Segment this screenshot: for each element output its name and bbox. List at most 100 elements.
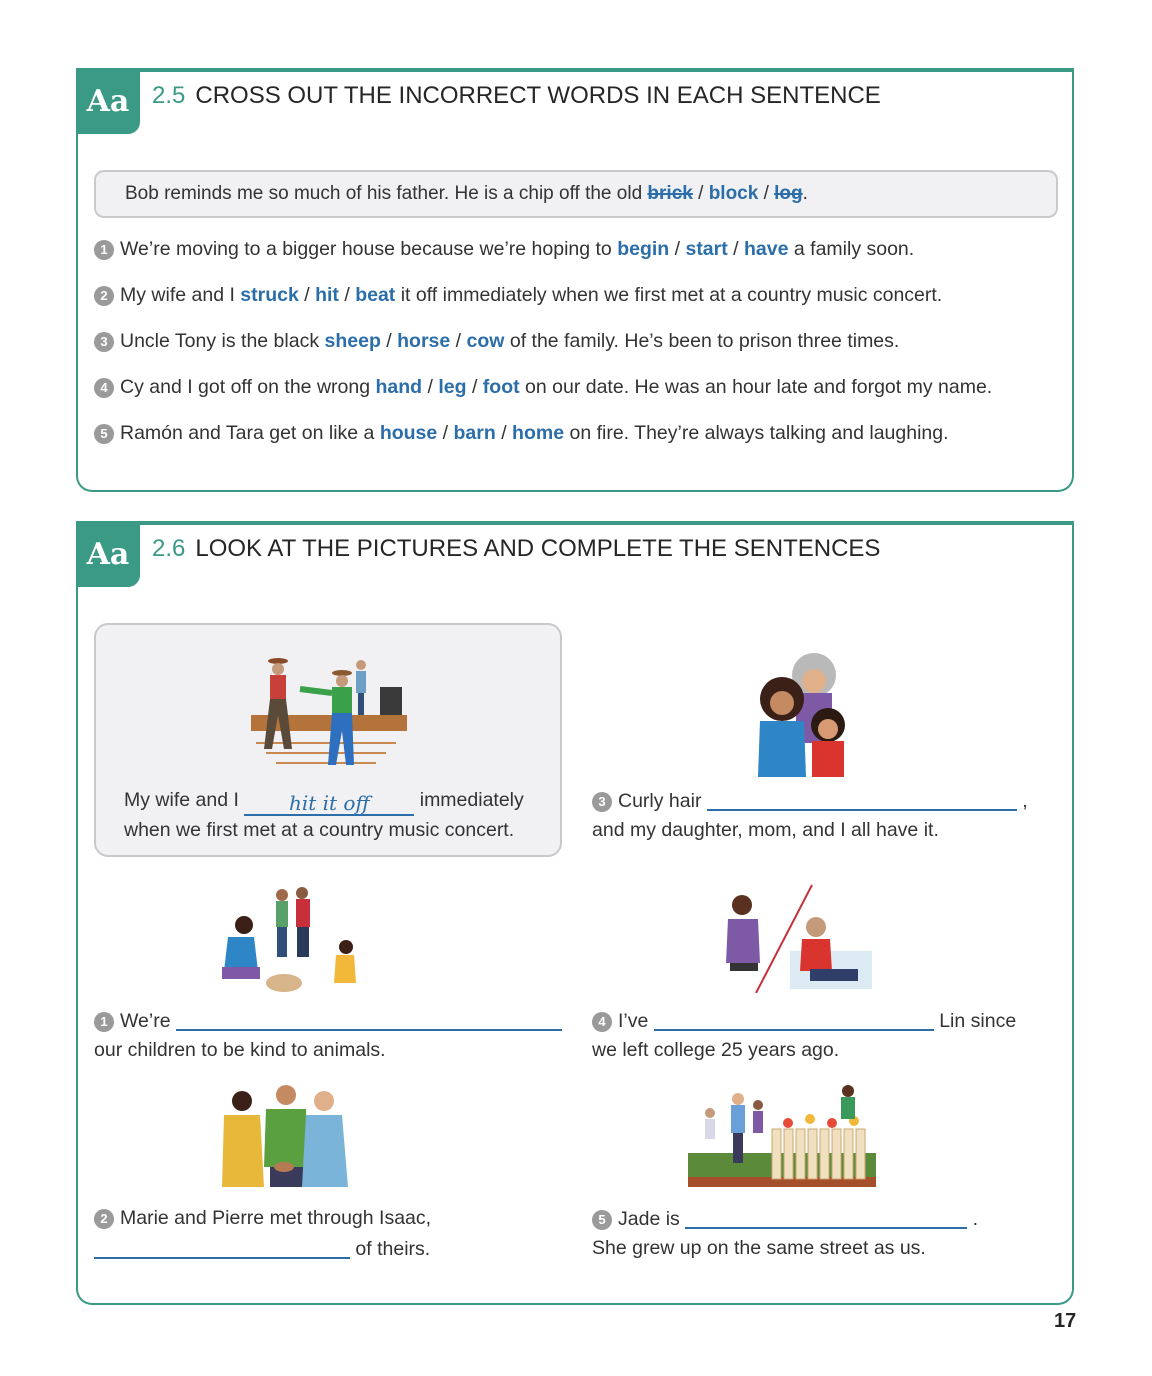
exercise-number: 2.5 [152,82,186,109]
question-4-line-1: 4 I’ve Lin since [592,1009,1016,1033]
question-2-line-1: 2 Marie and Pierre met through Isaac, [94,1207,431,1230]
word-option[interactable]: home [512,422,564,444]
sentence-text: of theirs. [355,1238,431,1260]
example-sentence: Bob reminds me so much of his father. He… [94,170,1058,218]
option-crossed[interactable]: log [774,183,803,204]
word-option[interactable]: barn [454,422,496,444]
exercise-heading: CROSS OUT THE INCORRECT WORDS IN EACH SE… [195,82,881,109]
question-5-line-1: 5 Jade is . [592,1207,978,1231]
option-separator: / [380,330,398,352]
word-option[interactable]: start [685,238,727,260]
sentence-text: Bob reminds me so much of his father. He… [125,183,648,204]
sentence-text: it off immediately when we first met at … [395,284,943,306]
question-4-line-2: we left college 25 years ago. [592,1039,840,1061]
word-option[interactable]: sheep [325,330,381,352]
question-number: 3 [592,792,612,812]
sentence-text: Lin since [939,1010,1017,1032]
exercise-number: 2.6 [152,535,186,562]
answer-blank[interactable]: hit it off [244,793,415,816]
page-number: 17 [1054,1310,1077,1332]
question-number: 5 [94,424,114,444]
answer-blank[interactable] [176,1009,562,1031]
question-3-line-1: 3 Curly hair , [592,789,1028,813]
question-number: 3 [94,332,114,352]
exercise-heading: LOOK AT THE PICTURES AND COMPLETE THE SE… [195,535,881,562]
question-number: 1 [94,1012,114,1032]
question-1-line-2: our children to be kind to animals. [94,1039,386,1061]
sentence-text: My wife and I [120,284,241,306]
option-separator: / [692,183,709,204]
option-separator: / [466,376,483,398]
question-number: 4 [592,1012,612,1032]
exercise-title: 2.5 CROSS OUT THE INCORRECT WORDS IN EACH… [152,82,881,110]
introduction-handshake-illustration [222,1085,348,1187]
answer-blank[interactable] [685,1207,968,1229]
question-4: 4 Cy and I got off on the wrong hand / le… [94,376,992,399]
option-separator: / [758,183,775,204]
family-with-rabbit-illustration [222,887,356,992]
question-number: 1 [94,240,114,260]
vocabulary-badge: Aa [76,68,140,134]
sentence-text: . [972,1208,979,1230]
option-separator: / [338,284,356,306]
sentence-text: a family soon. [788,238,915,260]
curly-hair-family-illustration [758,653,845,777]
word-option[interactable]: foot [483,376,520,398]
question-5-line-2: She grew up on the same street as us. [592,1237,926,1259]
question-number: 2 [94,1209,114,1229]
word-option[interactable]: house [380,422,437,444]
word-option[interactable]: have [744,238,788,260]
question-3: 3 Uncle Tony is the black sheep / horse /… [94,330,899,353]
question-number: 5 [592,1210,612,1230]
sentence-text: on our date. He was an hour late and for… [519,376,993,398]
question-number: 2 [94,286,114,306]
example-line-2: when we first met at a country music con… [124,819,515,841]
sentence-text: of the family. He’s been to prison three… [504,330,900,352]
example-cell: My wife and I hit it off immediately whe… [94,623,562,857]
sentence-text: . [802,183,808,204]
exercise-title: 2.6 LOOK AT THE PICTURES AND COMPLETE THE… [152,535,880,563]
word-option[interactable]: struck [240,284,299,306]
sentence-text: Uncle Tony is the black [120,330,325,352]
sentence-text: on fire. They’re always talking and laug… [564,422,949,444]
answer-blank[interactable] [94,1237,350,1259]
option-crossed[interactable]: brick [647,183,692,204]
answer-blank[interactable] [706,789,1017,811]
sentence-text: Jade is [618,1208,680,1230]
answer-blank[interactable] [653,1009,934,1031]
question-5: 5 Ramón and Tara get on like a house / ba… [94,422,949,445]
word-option[interactable]: horse [397,330,450,352]
country-dance-illustration [251,658,407,765]
word-option[interactable]: hit [315,284,339,306]
sentence-text: , [1022,790,1028,812]
sentence-text: immediately [419,789,524,811]
phone-friends-illustration [726,884,872,993]
word-option[interactable]: cow [467,330,505,352]
sentence-text: Ramón and Tara get on like a [120,422,380,444]
word-option[interactable]: leg [438,376,466,398]
vocabulary-badge: Aa [76,521,140,587]
sentence-text: Marie and Pierre met through Isaac, [120,1207,432,1229]
word-option[interactable]: begin [617,238,669,260]
neighbor-garden-illustration [688,1085,876,1187]
question-number: 4 [94,378,114,398]
option-separator: / [495,422,513,444]
sentence-text: I’ve [618,1010,649,1032]
exercise-2-5-panel: Aa 2.5 CROSS OUT THE INCORRECT WORDS IN E… [76,68,1074,492]
option-separator: / [450,330,467,352]
option-separator: / [437,422,454,444]
word-option[interactable]: hand [375,376,422,398]
sentence-text: Cy and I got off on the wrong [120,376,376,398]
option-correct[interactable]: block [709,183,759,204]
question-2-line-2: of theirs. [94,1237,430,1261]
option-separator: / [422,376,439,398]
option-separator: / [727,238,745,260]
sentence-text: We’re [120,1010,171,1032]
question-2: 2 My wife and I struck / hit / beat it of… [94,284,942,307]
option-separator: / [298,284,316,306]
example-line-1: My wife and I hit it off immediately [124,789,524,816]
question-1: 1 We’re moving to a bigger house because … [94,238,914,261]
sentence-text: Curly hair [618,790,702,812]
sentence-text: My wife and I [124,789,239,811]
word-option[interactable]: beat [355,284,395,306]
